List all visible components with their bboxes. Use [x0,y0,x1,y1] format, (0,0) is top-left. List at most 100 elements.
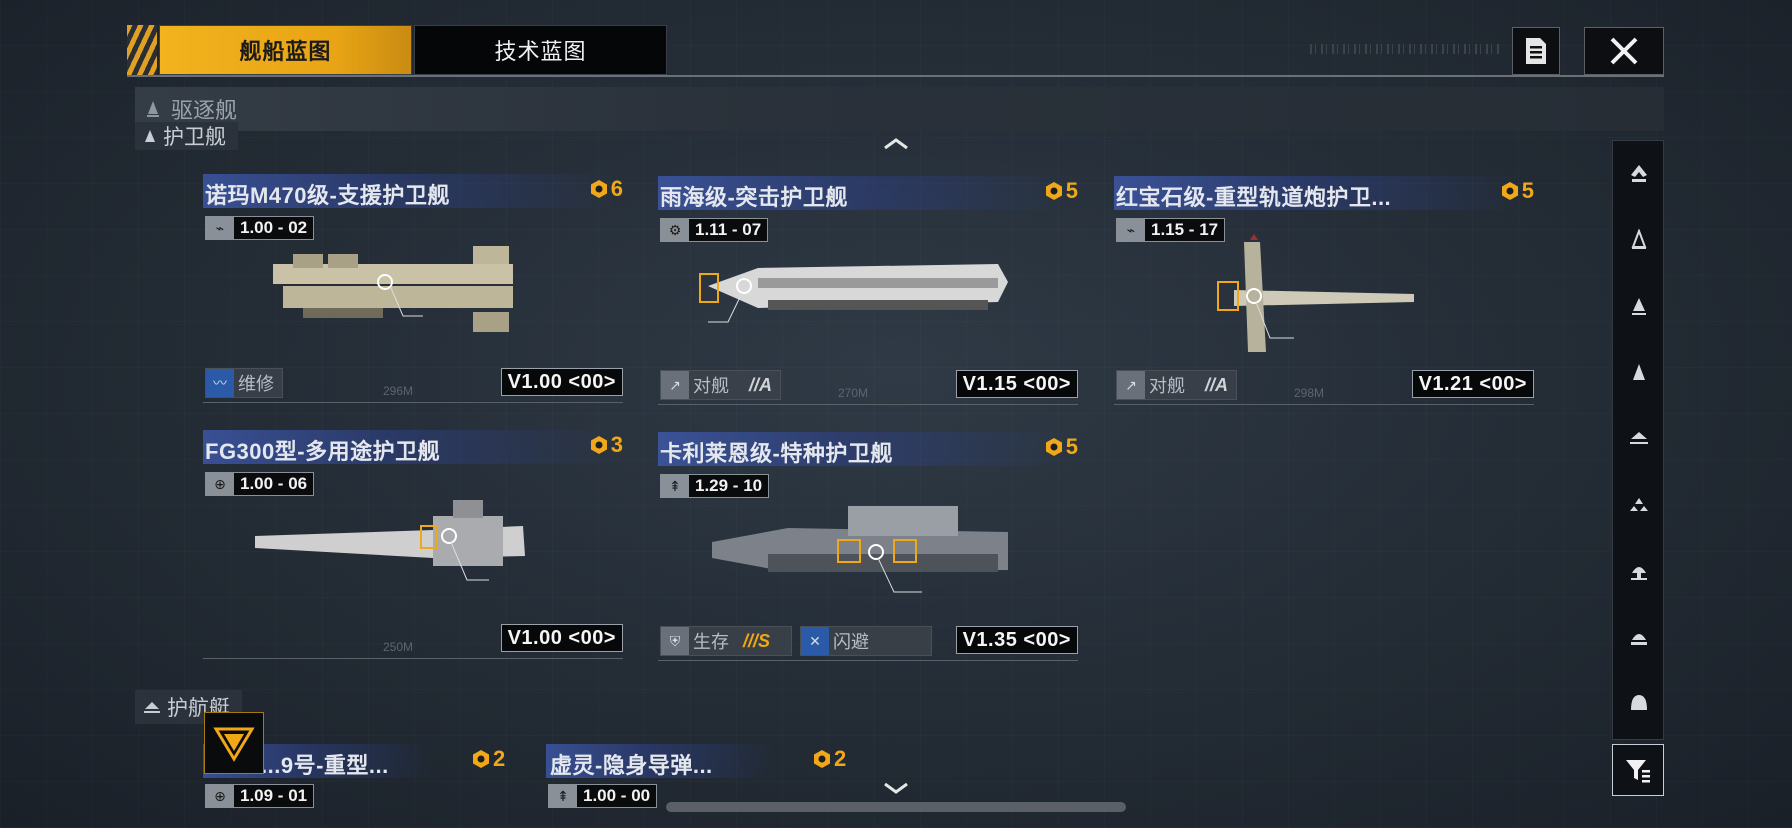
class-filter-cruiser[interactable] [1613,273,1665,339]
version-badge: ⊕ 1.09 - 01 [205,784,315,808]
close-button[interactable] [1584,27,1664,75]
class-filter-auxiliary[interactable] [1613,537,1665,603]
ship-card[interactable]: 红宝石级-重型轨道炮护卫... 5 ⌁ 1.15 - 17 ↗ 对舰 //A 2… [1114,176,1534,426]
card-baseline [203,658,623,659]
ship-name: 雨海级-突击护卫舰 [660,185,848,210]
ship-card[interactable]: 卡利莱恩级-特种护卫舰 5 ⇞ 1.29 - 10 ⛨ 生存 ///S ✕ 闪避… [658,432,1078,682]
ship-image [1217,234,1414,352]
category-header-frigate[interactable]: 护卫舰 [135,122,238,150]
version-code: 1.00 - 00 [583,786,651,805]
cost-value: 2 [834,746,847,771]
trait-survival: ⛨ 生存 ///S [660,626,792,656]
class-filter-destroyer[interactable] [1613,339,1665,405]
category-label: 护卫舰 [163,126,226,149]
card-baseline [658,404,1078,405]
filter-icon [1626,760,1650,783]
chevron-down-icon [884,782,908,794]
ship-image [712,506,1008,593]
class-filter-carrier[interactable] [1613,141,1665,207]
cost-value: 2 [493,746,506,771]
list-button[interactable] [1512,27,1560,75]
ship-class-sidebar [1612,140,1664,740]
cost-value: 5 [1065,434,1078,459]
ship-card[interactable]: 雨海级-突击护卫舰 5 ⚙ 1.11 - 07 ↗ 对舰 //A 270M V1… [658,176,1078,426]
ship-length: 250M [383,640,414,654]
trait-label: 维修 [238,374,274,394]
ship-cost: 5 [1044,178,1078,204]
ship-name: 诺玛M470级-支援护卫舰 [205,183,450,208]
ship-cost: 5 [1500,178,1534,204]
evasion-icon: ✕ [801,627,829,655]
ship-image [273,246,513,332]
cost-icon [1045,182,1062,200]
ship-cost: 5 [1044,434,1078,460]
trait-label: 闪避 [833,632,869,652]
ship-cost: 2 [812,746,846,772]
filter-button[interactable] [1612,744,1664,796]
class-filter-support[interactable] [1613,603,1665,669]
destroyer-class-icon [147,101,159,117]
shield-icon: ⛨ [661,627,689,655]
version-tag: V1.00 <00> [500,624,623,652]
class-filter-fighter[interactable] [1613,669,1665,735]
auxiliary-icon [1631,567,1647,580]
cost-icon [473,750,489,768]
cost-value: 6 [610,176,623,201]
cruiser-icon [1632,298,1646,315]
scroll-down-chevron[interactable] [882,780,910,796]
ship-cost: 3 [589,432,623,458]
version-code: 1.09 - 01 [240,786,308,805]
fighter-icon [1631,695,1647,710]
ship-card[interactable]: 虚灵-隐身导弹... 2 ⇞ 1.00 - 00 [546,744,866,828]
anti-ship-icon: ↗ [1117,371,1145,399]
ship-card[interactable]: 诺玛M470级-支援护卫舰 6 ⌁ 1.00 - 02 〰 维修 296M V1… [203,174,623,424]
faction-icon: ⌁ [1117,219,1145,241]
ship-image [255,500,525,581]
trait-grade: ///S [743,630,771,651]
tab-tech-blueprint[interactable]: 技术蓝图 [413,25,668,75]
faction-icon: ⇞ [549,785,577,807]
ship-image [699,264,1008,323]
ship-name: 卡利莱恩级-特种护卫舰 [660,441,893,466]
version-tag: V1.15 <00> [955,370,1078,398]
tab-ship-blueprint[interactable]: 舰船蓝图 [158,25,412,75]
faction-icon: ⌁ [206,217,234,239]
ship-card[interactable]: FG300型-多用途护卫舰 3 ⊕ 1.00 - 06 250M V1.00 <… [203,430,623,680]
version-code: 1.00 - 06 [240,474,308,493]
horizontal-scrollbar[interactable] [666,802,1126,812]
header-divider [127,75,1664,77]
class-filter-frigate[interactable] [1613,405,1665,471]
tab-decoration [127,25,157,75]
trait-repair: 〰 维修 [205,368,283,398]
frigate-icon [1630,432,1648,444]
support-icon [1631,634,1647,645]
trait-grade: //A [1205,374,1229,395]
class-filter-corvette[interactable] [1613,471,1665,537]
version-tag: V1.00 <00> [500,368,623,396]
ship-name: 红宝石级-重型轨道炮护卫... [1116,185,1392,210]
cost-icon [1045,438,1062,456]
faction-button[interactable] [204,712,264,774]
tab-label: 舰船蓝图 [239,39,332,64]
battlecruiser-icon [1631,229,1647,249]
category-header-destroyer[interactable]: 驱逐舰 [135,87,1664,131]
frigate-class-icon [145,130,155,142]
ship-cost: 2 [471,746,505,772]
card-baseline [1114,404,1534,405]
version-tag: V1.35 <00> [955,626,1078,654]
card-baseline [658,660,1078,661]
class-filter-battlecruiser[interactable] [1613,207,1665,273]
cost-icon [590,436,607,454]
cost-icon [590,180,607,198]
scroll-up-chevron[interactable] [882,136,910,152]
cost-value: 5 [1065,178,1078,203]
trait-grade: //A [749,374,773,395]
ship-length: 270M [838,386,869,400]
chevron-up-icon [884,138,908,150]
trait-anti-ship: ↗ 对舰 //A [1116,370,1238,400]
trait-label: 生存 [693,632,729,652]
corvette-icon [1630,498,1648,511]
corvette-class-icon [144,702,160,713]
cost-value: 5 [1521,178,1534,203]
ship-name: 虚灵-隐身导弹... [550,753,713,778]
